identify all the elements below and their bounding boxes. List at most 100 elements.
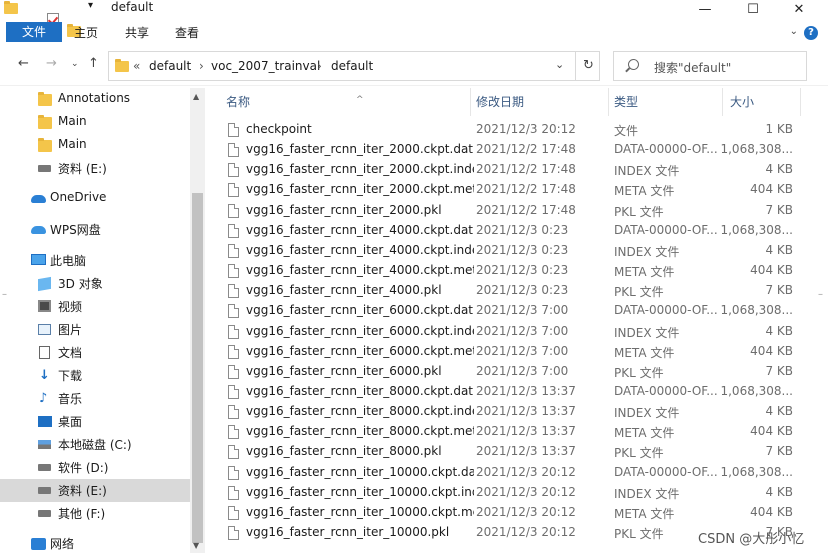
column-divider[interactable] bbox=[800, 88, 801, 116]
refresh-icon[interactable]: ↻ bbox=[575, 52, 601, 80]
file-row[interactable]: vgg16_faster_rcnn_iter_4000.ckpt.dat... 2… bbox=[210, 221, 828, 241]
sidebar-item-drive-f[interactable]: 其他 (F:) bbox=[0, 502, 190, 525]
column-divider[interactable] bbox=[722, 88, 723, 116]
file-date: 2021/12/2 17:48 bbox=[476, 162, 576, 177]
tab-view[interactable]: 查看 bbox=[167, 22, 207, 44]
file-row[interactable]: vgg16_faster_rcnn_iter_8000.pkl 2021/12/3… bbox=[210, 442, 828, 462]
breadcrumb-default-current[interactable]: default bbox=[331, 59, 373, 73]
breadcrumb-voc2007[interactable]: voc_2007_trainval bbox=[211, 59, 320, 73]
search-icon bbox=[628, 59, 639, 70]
sidebar-item-drive-d[interactable]: 软件 (D:) bbox=[0, 456, 190, 479]
back-arrow-icon[interactable]: ← bbox=[18, 56, 29, 71]
file-name: vgg16_faster_rcnn_iter_2000.pkl bbox=[246, 202, 442, 217]
sidebar-item-documents[interactable]: 文档 bbox=[0, 341, 190, 364]
file-type: META 文件 bbox=[614, 345, 675, 360]
column-divider[interactable] bbox=[608, 88, 609, 116]
file-type: INDEX 文件 bbox=[614, 486, 680, 501]
help-icon[interactable]: ? bbox=[804, 26, 818, 40]
column-header-name[interactable]: 名称 ^ bbox=[226, 88, 466, 116]
column-divider[interactable] bbox=[470, 88, 471, 116]
sidebar-item-this-pc[interactable]: 此电脑 bbox=[0, 249, 190, 272]
sidebar-item-main-1[interactable]: Main bbox=[0, 111, 190, 134]
file-row[interactable]: vgg16_faster_rcnn_iter_6000.ckpt.dat... 2… bbox=[210, 301, 828, 321]
scroll-down-icon[interactable]: ▼ bbox=[193, 541, 199, 550]
column-header-label: 名称 bbox=[226, 95, 251, 109]
file-row[interactable]: vgg16_faster_rcnn_iter_10000.ckpt.me... 2… bbox=[210, 503, 828, 523]
sidebar-item-drive-e-pinned[interactable]: 资料 (E:) bbox=[0, 157, 190, 180]
file-row[interactable]: vgg16_faster_rcnn_iter_2000.pkl 2021/12/2… bbox=[210, 201, 828, 221]
sidebar-item-wps[interactable]: WPS网盘 bbox=[0, 218, 190, 241]
file-row[interactable]: vgg16_faster_rcnn_iter_2000.ckpt.dat... 2… bbox=[210, 140, 828, 160]
file-row[interactable]: vgg16_faster_rcnn_iter_8000.ckpt.dat... 2… bbox=[210, 382, 828, 402]
file-size: 7 KB bbox=[765, 363, 793, 378]
address-dropdown-icon[interactable]: ⌄ bbox=[555, 58, 564, 71]
sort-ascending-icon: ^ bbox=[356, 95, 364, 105]
up-arrow-icon[interactable]: ↑ bbox=[88, 56, 99, 71]
search-input[interactable]: 搜索"default" bbox=[613, 51, 807, 81]
file-size: 7 KB bbox=[765, 444, 793, 459]
file-row[interactable]: vgg16_faster_rcnn_iter_8000.ckpt.index 20… bbox=[210, 402, 828, 422]
sidebar-item-music[interactable]: ♪ 音乐 bbox=[0, 387, 190, 410]
file-row[interactable]: vgg16_faster_rcnn_iter_4000.pkl 2021/12/3… bbox=[210, 281, 828, 301]
file-row[interactable]: vgg16_faster_rcnn_iter_2000.ckpt.index 20… bbox=[210, 160, 828, 180]
sidebar-scrollbar[interactable]: ▲ ▼ bbox=[190, 88, 205, 553]
file-row[interactable]: vgg16_faster_rcnn_iter_6000.pkl 2021/12/3… bbox=[210, 362, 828, 382]
file-name: vgg16_faster_rcnn_iter_2000.ckpt.dat... bbox=[246, 142, 474, 157]
sidebar-item-desktop[interactable]: 桌面 bbox=[0, 410, 190, 433]
sidebar-item-drive-c[interactable]: 本地磁盘 (C:) bbox=[0, 433, 190, 456]
tab-share[interactable]: 共享 bbox=[117, 22, 157, 44]
sidebar-item-label: 桌面 bbox=[58, 415, 83, 429]
sidebar-item-main-2[interactable]: Main bbox=[0, 134, 190, 157]
file-row[interactable]: vgg16_faster_rcnn_iter_4000.ckpt.meta 202… bbox=[210, 261, 828, 281]
sidebar-item-onedrive[interactable]: OneDrive bbox=[0, 187, 190, 210]
sidebar-item-drive-e[interactable]: 资料 (E:) bbox=[0, 479, 190, 502]
minimize-button[interactable]: — bbox=[682, 0, 728, 18]
file-icon bbox=[228, 445, 239, 460]
breadcrumb-overflow[interactable]: « bbox=[133, 59, 140, 73]
recent-locations-chevron-icon[interactable]: ⌄ bbox=[71, 59, 79, 69]
file-row[interactable]: vgg16_faster_rcnn_iter_4000.ckpt.index 20… bbox=[210, 241, 828, 261]
file-size: 4 KB bbox=[765, 484, 793, 499]
scrollbar-thumb[interactable] bbox=[192, 193, 203, 543]
tab-home[interactable]: 主页 bbox=[66, 22, 106, 44]
quick-access-dropdown-icon[interactable]: ▾ bbox=[88, 0, 93, 11]
file-row[interactable]: vgg16_faster_rcnn_iter_10000.ckpt.ind...… bbox=[210, 483, 828, 503]
sidebar-item-downloads[interactable]: ↓ 下载 bbox=[0, 364, 190, 387]
tab-file[interactable]: 文件 bbox=[6, 22, 62, 42]
network-icon bbox=[31, 538, 46, 550]
forward-arrow-icon[interactable]: → bbox=[46, 56, 57, 71]
drive-icon bbox=[38, 464, 51, 471]
sidebar-item-network[interactable]: 网络 bbox=[0, 532, 190, 553]
file-date: 2021/12/3 7:00 bbox=[476, 323, 569, 338]
column-header-date[interactable]: 修改日期 bbox=[476, 88, 606, 116]
file-date: 2021/12/3 0:23 bbox=[476, 222, 569, 237]
column-header-type[interactable]: 类型 bbox=[614, 88, 714, 116]
breadcrumb-chevron-icon[interactable]: › bbox=[317, 59, 322, 73]
column-header-size[interactable]: 大小 bbox=[730, 88, 790, 116]
file-row[interactable]: vgg16_faster_rcnn_iter_10000.ckpt.da... 2… bbox=[210, 463, 828, 483]
sidebar-item-pictures[interactable]: 图片 bbox=[0, 318, 190, 341]
file-size: 7 KB bbox=[765, 283, 793, 298]
breadcrumb-chevron-icon[interactable]: › bbox=[199, 59, 204, 73]
file-row[interactable]: checkpoint 2021/12/3 20:12 文件 1 KB bbox=[210, 120, 828, 140]
file-row[interactable]: vgg16_faster_rcnn_iter_8000.ckpt.meta 202… bbox=[210, 422, 828, 442]
file-row[interactable]: vgg16_faster_rcnn_iter_2000.ckpt.meta 202… bbox=[210, 180, 828, 200]
sidebar-item-3d-objects[interactable]: 3D 对象 bbox=[0, 272, 190, 295]
file-name: vgg16_faster_rcnn_iter_2000.ckpt.meta bbox=[246, 182, 474, 197]
file-icon bbox=[228, 526, 239, 540]
file-row[interactable]: vgg16_faster_rcnn_iter_6000.ckpt.meta 202… bbox=[210, 342, 828, 362]
file-type: INDEX 文件 bbox=[614, 325, 680, 340]
file-row[interactable]: vgg16_faster_rcnn_iter_6000.ckpt.index 20… bbox=[210, 322, 828, 342]
close-button[interactable]: ✕ bbox=[776, 0, 822, 18]
file-name: vgg16_faster_rcnn_iter_8000.ckpt.meta bbox=[246, 424, 474, 439]
breadcrumb-default[interactable]: default bbox=[149, 59, 191, 73]
sidebar-item-annotations[interactable]: Annotations bbox=[0, 88, 190, 111]
file-list: 名称 ^ 修改日期 类型 大小 checkpoint 2021/12/3 20:1… bbox=[210, 88, 828, 553]
scroll-up-icon[interactable]: ▲ bbox=[193, 92, 199, 101]
sidebar-item-videos[interactable]: 视频 bbox=[0, 295, 190, 318]
maximize-button[interactable]: ☐ bbox=[730, 0, 776, 18]
address-bar[interactable]: « default › voc_2007_trainval › default … bbox=[108, 51, 600, 81]
file-type: META 文件 bbox=[614, 184, 675, 199]
file-date: 2021/12/3 0:23 bbox=[476, 242, 569, 257]
chevron-down-icon[interactable]: ⌄ bbox=[790, 26, 798, 37]
